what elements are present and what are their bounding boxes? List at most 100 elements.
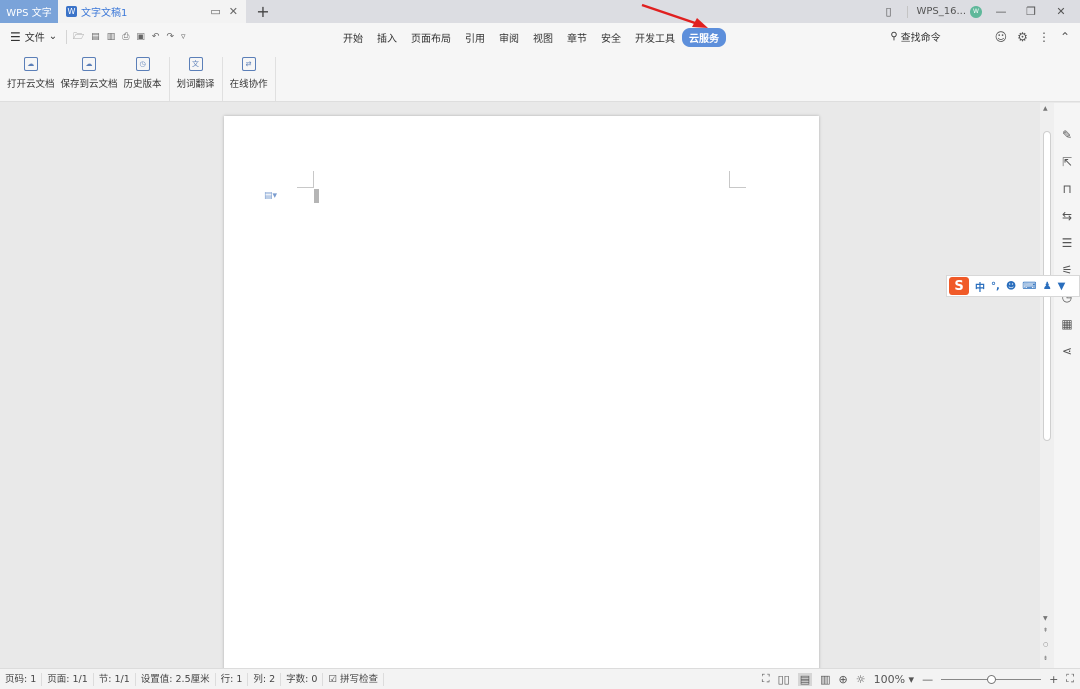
app-name: WPS 文字 [6, 8, 52, 19]
document-page[interactable]: ▤▾ [224, 116, 819, 676]
restore-icon[interactable]: ❐ [1020, 5, 1042, 18]
status-row: 行: 1 [216, 672, 249, 686]
scroll-down-icon[interactable]: ▼ [1043, 615, 1048, 622]
window-layout-icon[interactable]: ▯ [877, 5, 899, 18]
app-tab[interactable]: WPS 文字 [0, 0, 58, 23]
undo-icon[interactable]: ↶ [152, 32, 160, 42]
tab-references[interactable]: 引用 [458, 28, 492, 47]
tab-display-icon[interactable]: ▭ [210, 5, 220, 18]
save-cloud-doc-label: 保存到云文档 [60, 79, 118, 90]
lock-icon[interactable]: ⊓ [1062, 182, 1071, 197]
history-version-button[interactable]: ◷ 历史版本 [121, 57, 165, 101]
export-pdf-icon[interactable]: ▥ [107, 32, 116, 42]
tab-chapter[interactable]: 章节 [560, 28, 594, 47]
ribbon-group-collab: ⇄ 在线协作 [223, 57, 276, 101]
skin-shirt-icon[interactable]: ▼ [1058, 281, 1066, 292]
keyboard-icon[interactable]: ⌨ [1022, 281, 1036, 292]
feedback-icon[interactable]: ☺ [995, 30, 1008, 44]
tab-close-icon[interactable]: ✕ [229, 5, 238, 18]
outline-icon[interactable]: ☰ [1062, 236, 1073, 251]
document-tab[interactable]: W 文字文稿1 ▭ ✕ [58, 0, 246, 23]
eye-protection-icon[interactable]: ☼ [856, 673, 866, 686]
red-arrow-annotation [641, 3, 708, 28]
translate-side-icon[interactable]: ⇆ [1062, 209, 1072, 224]
emoji-icon[interactable]: ☻ [1006, 281, 1016, 292]
ime-mode-toggle[interactable]: 中 [975, 279, 985, 294]
ime-punctuation-toggle[interactable]: °, [991, 281, 1000, 292]
file-menu-label: 文件 [24, 33, 45, 44]
tab-insert[interactable]: 插入 [370, 28, 404, 47]
tab-home[interactable]: 开始 [336, 28, 370, 47]
status-column: 列: 2 [248, 672, 282, 686]
prev-page-icon[interactable]: ⇞ [1043, 627, 1048, 634]
document-tab-label: 文字文稿1 [81, 8, 128, 19]
close-window-icon[interactable]: ✕ [1050, 5, 1072, 18]
collaboration-button[interactable]: ⇄ 在线协作 [227, 57, 271, 101]
hamburger-icon: ☰ [10, 29, 21, 44]
print-icon[interactable]: ⎙ [122, 32, 129, 42]
pen-icon[interactable]: ✎ [1062, 128, 1072, 143]
sogou-logo-icon[interactable]: S [949, 277, 969, 295]
minimize-icon[interactable]: — [990, 5, 1012, 18]
account-name: WPS_16... [916, 6, 966, 17]
cloud-save-icon: ☁ [82, 57, 97, 71]
user-icon[interactable]: ♟ [1043, 281, 1052, 292]
tab-page-layout[interactable]: 页面布局 [404, 28, 458, 47]
scroll-up-icon[interactable]: ▲ [1043, 105, 1048, 112]
translate-button[interactable]: 文 划词翻译 [174, 57, 218, 101]
spell-check-label: 拼写检查 [339, 673, 378, 685]
redo-icon[interactable]: ↷ [166, 32, 174, 42]
document-workspace: ▤▾ [0, 103, 1040, 676]
share-icon[interactable]: ⋖ [1062, 344, 1072, 359]
more-icon[interactable]: ⋮ [1038, 30, 1050, 44]
print-preview-icon[interactable]: ▣ [136, 32, 145, 42]
save-icon[interactable]: ▤ [91, 32, 100, 42]
title-bar: WPS 文字 W 文字文稿1 ▭ ✕ + ▯ WPS_16... W — ❐ ✕ [0, 0, 1080, 23]
zoom-level[interactable]: 100% ▾ [874, 673, 914, 686]
tab-view[interactable]: 视图 [526, 28, 560, 47]
avatar: W [970, 5, 982, 18]
status-page-number: 页码: 1 [0, 672, 43, 686]
paragraph-handle-icon[interactable]: ▤▾ [264, 191, 277, 201]
collaboration-label: 在线协作 [229, 79, 268, 90]
open-icon[interactable]: 🗁 [73, 29, 84, 45]
vertical-scrollbar[interactable]: ▲ ▼ ⇞ ○ ⇟ [1040, 103, 1054, 668]
open-cloud-doc-label: 打开云文档 [7, 79, 55, 90]
save-cloud-doc-button[interactable]: ☁ 保存到云文档 [58, 57, 121, 101]
new-tab-button[interactable]: + [246, 0, 280, 23]
zoom-level-label: 100% [873, 672, 906, 686]
reading-mode-icon[interactable]: ▯▯ [778, 673, 790, 686]
collapse-ribbon-icon[interactable]: ⌃ [1060, 30, 1070, 44]
search-icon: ⚲ [890, 31, 898, 42]
select-browse-icon[interactable]: ○ [1043, 641, 1048, 648]
open-cloud-doc-button[interactable]: ☁ 打开云文档 [4, 57, 58, 101]
fullscreen-icon[interactable]: ⛶ [762, 672, 770, 686]
word-doc-icon: W [66, 6, 77, 17]
command-search-label: 查找命令 [900, 33, 941, 44]
select-pointer-icon[interactable]: ⇱ [1062, 155, 1072, 170]
history-version-icon: ◷ [135, 57, 150, 71]
status-setting: 设置值: 2.5厘米 [136, 672, 216, 686]
spell-check-button[interactable]: ☑ 拼写检查 [323, 672, 384, 686]
tab-security[interactable]: 安全 [594, 28, 628, 47]
page-view-icon[interactable]: ▤ [797, 672, 813, 686]
customize-toolbar-icon[interactable]: ▿ [181, 32, 186, 42]
zoom-slider[interactable] [941, 674, 1042, 684]
account-button[interactable]: WPS_16... W [907, 5, 982, 18]
fit-window-icon[interactable]: ⛶ [1066, 672, 1074, 686]
tab-review[interactable]: 审阅 [492, 28, 526, 47]
menu-bar: ☰ 文件 ⌄ 🗁 ▤ ▥ ⎙ ▣ ↶ ↷ ▿ 开始 插入 页面布局 引用 审阅 … [0, 23, 1080, 50]
zoom-out-icon[interactable]: — [922, 673, 933, 686]
gear-icon[interactable]: ⚙ [1017, 30, 1028, 44]
next-page-icon[interactable]: ⇟ [1043, 655, 1048, 662]
backup-icon[interactable]: ▦ [1061, 317, 1072, 332]
command-search[interactable]: ⚲ 查找命令 [890, 29, 940, 44]
ribbon-group-cloud-docs: ☁ 打开云文档 ☁ 保存到云文档 ◷ 历史版本 [0, 57, 170, 101]
status-word-count[interactable]: 字数: 0 [281, 672, 324, 686]
zoom-slider-knob[interactable] [987, 674, 997, 684]
zoom-in-icon[interactable]: + [1049, 673, 1058, 686]
file-menu[interactable]: ☰ 文件 ⌄ [0, 29, 64, 45]
outline-view-icon[interactable]: ▥ [820, 673, 830, 686]
translate-icon: 文 [188, 57, 203, 71]
web-view-icon[interactable]: ⊕ [839, 673, 848, 686]
